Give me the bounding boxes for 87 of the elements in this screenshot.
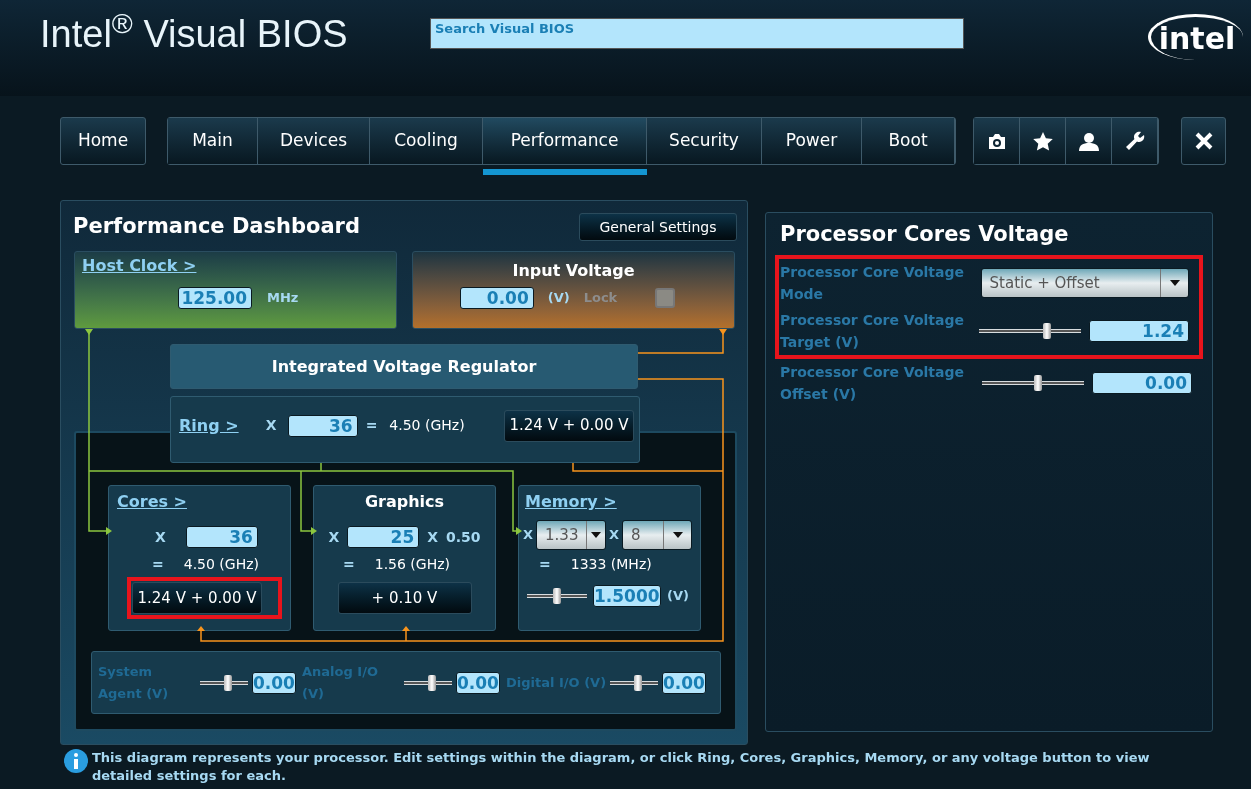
- nav-tab[interactable]: Devices: [258, 118, 370, 164]
- caret-icon: [591, 532, 602, 538]
- slider-thumb[interactable]: [224, 674, 232, 691]
- rail-label: Digital I/O (V): [506, 673, 606, 692]
- cores-link[interactable]: Cores >: [117, 490, 187, 514]
- frequency-text: 4.50 (GHz): [183, 555, 259, 574]
- dropdown[interactable]: 8: [622, 520, 693, 550]
- nav-tab[interactable]: Boot: [862, 118, 955, 164]
- caret-icon: [672, 532, 683, 538]
- intel-logo: intel: [1148, 14, 1243, 60]
- multiply-sign: X: [523, 526, 534, 545]
- close-button[interactable]: [1181, 117, 1226, 165]
- panel-title: Performance Dashboard: [73, 213, 360, 239]
- equals-sign: =: [152, 555, 164, 574]
- search-field[interactable]: Search Visual BIOS: [430, 18, 964, 49]
- input-field[interactable]: 0.00: [1092, 372, 1192, 394]
- voltage-button[interactable]: 1.24 V + 0.00 V: [132, 582, 262, 614]
- app-title: Intel$^{®}$ Visual BIOS: [40, 12, 349, 56]
- equals-sign: =: [365, 416, 378, 435]
- general-settings-button[interactable]: General Settings: [579, 213, 737, 241]
- slider-thumb[interactable]: [553, 588, 561, 604]
- home-tab[interactable]: Home: [60, 117, 146, 165]
- frequency-text: 1333 (MHz): [570, 555, 652, 574]
- wrench-icon[interactable]: [1124, 131, 1145, 151]
- slider[interactable]: [979, 323, 1081, 339]
- frequency-text: 1.56 (GHz): [374, 555, 450, 574]
- input-field[interactable]: 1.24: [1089, 320, 1189, 342]
- slider-thumb[interactable]: [634, 674, 642, 691]
- equals-sign: =: [539, 555, 551, 574]
- nav-tab[interactable]: Power: [762, 118, 862, 164]
- multiply-sign: X: [155, 527, 166, 547]
- unit-label: (V): [667, 587, 689, 606]
- multiply-sign: X: [328, 527, 340, 547]
- input-field[interactable]: 36: [185, 526, 258, 548]
- slider[interactable]: [982, 375, 1084, 391]
- dropdown[interactable]: 1.33: [536, 520, 607, 550]
- panel-title: Processor Cores Voltage: [780, 221, 1070, 247]
- field-label: Processor Core Voltage Offset (V): [780, 363, 965, 404]
- rail-label: Analog I/O (V): [302, 662, 379, 703]
- slider[interactable]: [200, 674, 248, 691]
- dropdown[interactable]: Static + Offset: [980, 268, 1189, 298]
- input-field[interactable]: 0.00: [252, 671, 296, 694]
- camera-icon[interactable]: [986, 132, 1007, 150]
- frequency-text: 4.50 (GHz): [389, 416, 466, 435]
- caret-icon: [1169, 280, 1180, 286]
- slider[interactable]: [610, 674, 658, 691]
- nav-tab[interactable]: Security: [647, 118, 762, 164]
- input-field[interactable]: 0.00: [459, 287, 534, 309]
- card-title: Input Voltage: [512, 261, 635, 281]
- slider-thumb[interactable]: [1033, 375, 1042, 391]
- star-icon[interactable]: [1032, 131, 1053, 151]
- slider-thumb[interactable]: [1042, 323, 1051, 339]
- close-icon: [1194, 132, 1213, 150]
- lock-checkbox[interactable]: [655, 288, 676, 308]
- input-field[interactable]: 1.5000: [593, 585, 661, 607]
- nav-tab[interactable]: Performance: [483, 118, 647, 164]
- multiply-sign: X: [609, 526, 620, 545]
- host-clock-link[interactable]: Host Clock >: [82, 256, 197, 276]
- voltage-button[interactable]: 1.24 V + 0.00 V: [504, 409, 634, 442]
- input-field[interactable]: 0.00: [456, 671, 500, 694]
- multiply-sign: X: [427, 527, 438, 547]
- user-icon[interactable]: [1078, 131, 1099, 151]
- unit-label: (V): [547, 289, 570, 308]
- input-field[interactable]: 0.00: [662, 671, 706, 694]
- ratio-text: 0.50: [446, 527, 481, 547]
- field-label: Processor Core Voltage Target (V): [780, 311, 965, 352]
- slider[interactable]: [527, 588, 587, 604]
- slider-thumb[interactable]: [428, 674, 436, 691]
- nav-tab[interactable]: Main: [168, 118, 258, 164]
- voltage-button[interactable]: + 0.10 V: [337, 582, 472, 614]
- memory-link[interactable]: Memory >: [525, 490, 617, 514]
- card-title: Graphics: [364, 491, 445, 513]
- input-field[interactable]: 36: [288, 414, 358, 437]
- input-field[interactable]: 125.00: [178, 287, 252, 309]
- voltage-regulator-bar: Integrated Voltage Regulator: [170, 344, 638, 389]
- slider[interactable]: [404, 674, 452, 691]
- ring-link[interactable]: Ring >: [179, 413, 254, 438]
- info-icon: [64, 749, 88, 773]
- multiply-sign: X: [265, 416, 277, 435]
- input-field[interactable]: 25: [347, 526, 420, 548]
- nav-tab[interactable]: Cooling: [370, 118, 483, 164]
- unit-label: MHz: [267, 289, 299, 308]
- help-text: This diagram represents your processor. Edit settings within the diagram, or click Ring, Cores, Graphics, Memory, or any voltage button to view detailed settings for each.: [92, 749, 1151, 785]
- rail-label: System Agent (V): [98, 662, 170, 703]
- lock-label: Lock: [583, 289, 618, 308]
- equals-sign: =: [343, 555, 355, 574]
- field-label: Processor Core Voltage Mode: [780, 263, 965, 304]
